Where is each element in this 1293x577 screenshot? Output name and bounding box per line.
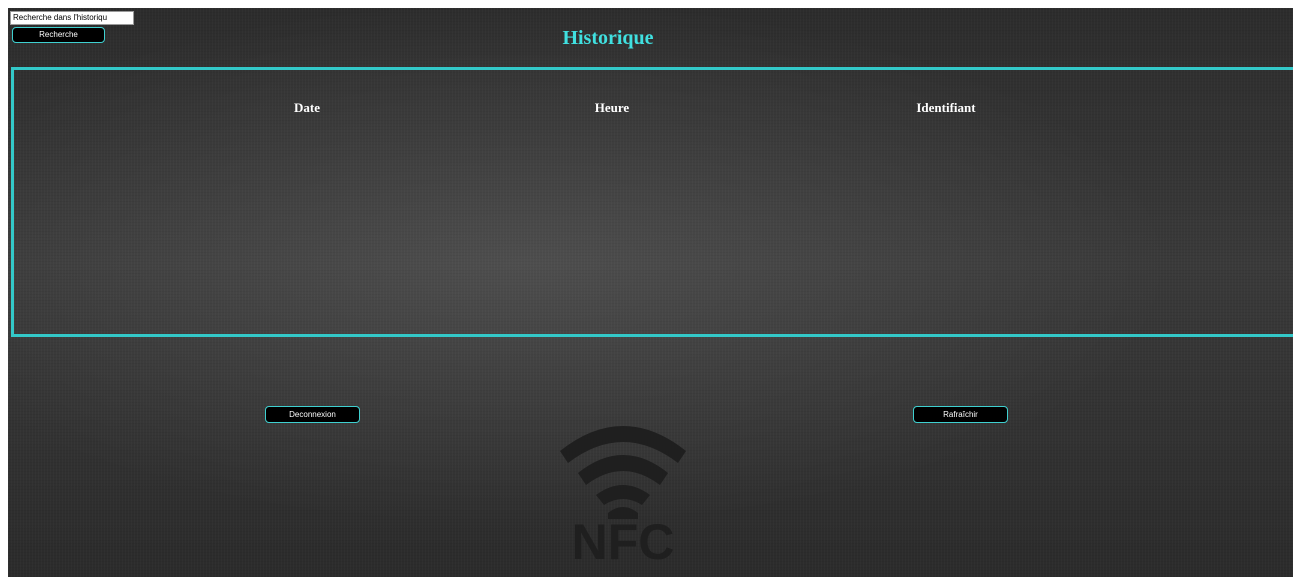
history-table: Date Heure Identifiant (11, 67, 1293, 337)
page-title: Historique (562, 27, 654, 49)
column-header-identifiant: Identifiant (916, 100, 976, 115)
column-header-date: Date (294, 100, 320, 115)
search-input[interactable] (10, 11, 134, 25)
nfc-wifi-icon (560, 426, 686, 519)
refresh-button[interactable]: Rafraîchir (913, 406, 1008, 423)
app-viewport: Recherche Historique Date Heure Identifi… (8, 8, 1293, 577)
nfc-logo-text: NFC (572, 514, 675, 563)
logout-button[interactable]: Deconnexion (265, 406, 360, 423)
nfc-logo: NFC (560, 426, 686, 563)
column-header-heure: Heure (594, 100, 630, 115)
